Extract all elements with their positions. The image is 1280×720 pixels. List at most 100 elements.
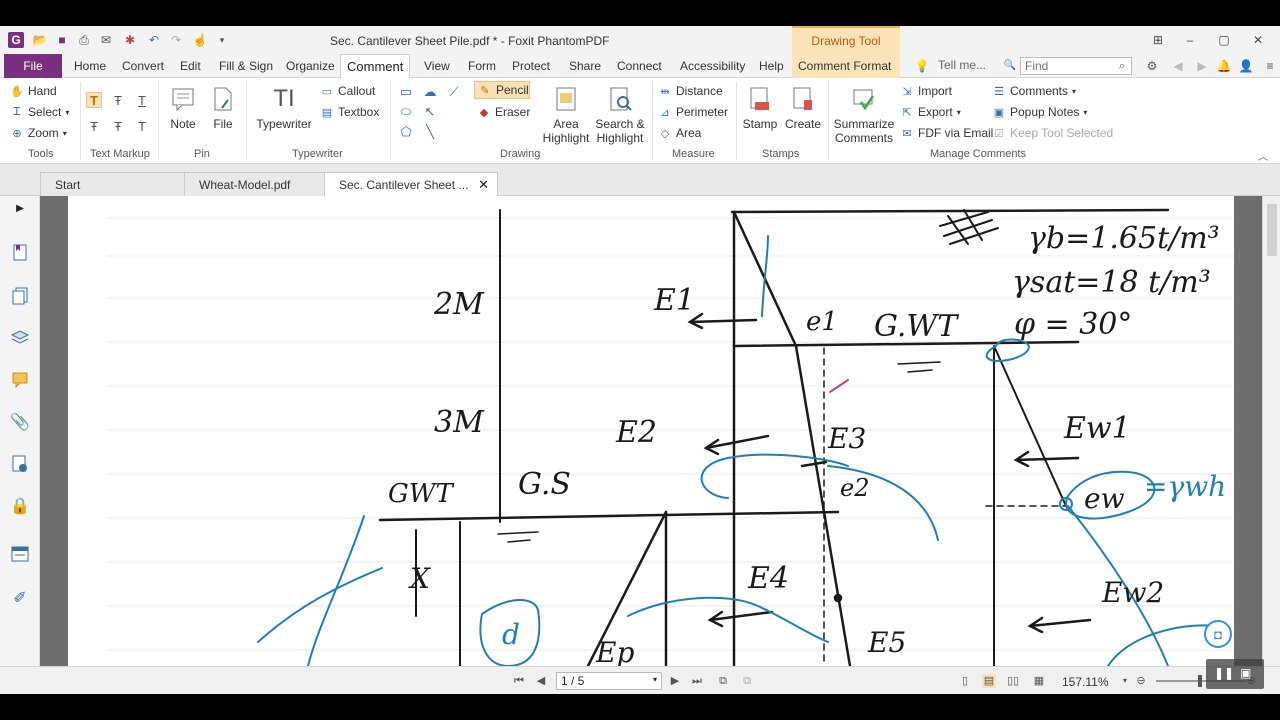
tab-file[interactable]: File xyxy=(4,54,62,78)
facing-page-icon[interactable]: ▯▯ xyxy=(1006,674,1020,688)
insert-text-icon[interactable]: T xyxy=(134,118,150,134)
print-icon[interactable]: ⎙ xyxy=(76,32,92,48)
zoom-level[interactable]: 157.11% xyxy=(1062,675,1108,689)
keep-tool-selected-checkbox[interactable]: ☑ Keep Tool Selected xyxy=(992,124,1113,142)
oval-icon[interactable]: ⬭ xyxy=(398,104,414,120)
summarize-comments-button[interactable]: Summarize Comments xyxy=(834,84,894,145)
layers-icon[interactable] xyxy=(10,328,30,348)
new-icon[interactable]: ✱ xyxy=(122,32,138,48)
polygon-icon[interactable]: ⬠ xyxy=(398,124,414,140)
search-icon[interactable]: ⌕ xyxy=(1114,58,1130,74)
export-button[interactable]: ⇱ Export ▾ xyxy=(900,103,960,121)
scroll-thumb[interactable] xyxy=(1267,204,1277,256)
zoom-button[interactable]: ⊕ Zoom ▾ xyxy=(10,124,66,142)
continuous-page-icon[interactable]: ▤ xyxy=(982,674,996,688)
redo-icon[interactable]: ↷ xyxy=(168,32,184,48)
tab-accessibility[interactable]: Accessibility xyxy=(674,54,751,78)
minimize-icon[interactable]: – xyxy=(1182,32,1198,48)
pencil-button[interactable]: ✎ Pencil xyxy=(474,81,530,99)
pdf-page[interactable]: 2M 3M GWT G.S E1 e1 G.WT E2 E3 e2 E4 E5 … xyxy=(68,196,1234,666)
vertical-scrollbar[interactable] xyxy=(1262,196,1280,666)
close-window-icon[interactable]: ✕ xyxy=(1250,32,1266,48)
document-viewport[interactable]: 2M 3M GWT G.S E1 e1 G.WT E2 E3 e2 E4 E5 … xyxy=(40,196,1262,666)
search-highlight-button[interactable]: Search & Highlight xyxy=(594,84,646,145)
import-button[interactable]: ⇲ Import xyxy=(900,82,952,100)
next-page-icon[interactable]: ▶ xyxy=(668,674,682,688)
chevron-down-icon[interactable]: ▾ xyxy=(1118,674,1132,688)
textbox-button[interactable]: ▤ Textbox xyxy=(320,103,380,121)
single-page-icon[interactable]: ▯ xyxy=(958,674,972,688)
tab-protect[interactable]: Protect xyxy=(506,54,556,78)
page-number-field[interactable]: 1 / 5 ▾ xyxy=(556,672,662,690)
prev-page-icon[interactable]: ◀ xyxy=(534,674,548,688)
stamp-button[interactable]: Stamp xyxy=(742,84,778,131)
grid-icon[interactable]: ⊞ xyxy=(1150,32,1166,48)
line-icon[interactable]: ╲ xyxy=(422,124,438,140)
hand-button[interactable]: ✋ Hand xyxy=(10,82,57,100)
hand-tool-icon[interactable]: ☝ xyxy=(192,32,208,48)
comments-button[interactable]: ☰ Comments ▾ xyxy=(992,82,1076,100)
tab-fill-sign[interactable]: Fill & Sign xyxy=(213,54,279,78)
tab-form[interactable]: Form xyxy=(462,54,502,78)
open-icon[interactable]: 📂 xyxy=(32,32,48,48)
tab-organize[interactable]: Organize xyxy=(280,54,341,78)
fdf-email-button[interactable]: ✉ FDF via Email xyxy=(900,124,993,142)
polyline-icon[interactable]: ⟋ xyxy=(446,84,462,100)
bookmarks-icon[interactable] xyxy=(10,242,30,262)
screen-icon[interactable]: ▣ xyxy=(1240,666,1251,680)
search-options-icon[interactable]: 🔍 xyxy=(1002,58,1018,74)
customize-chevron-icon[interactable]: ▾ xyxy=(214,32,230,48)
area-button[interactable]: ◇ Area xyxy=(658,124,702,142)
continuous-facing-icon[interactable]: ▦ xyxy=(1032,674,1046,688)
lock-icon[interactable]: 🔒 xyxy=(10,496,30,516)
content-icon[interactable] xyxy=(10,544,30,564)
area-highlight-button[interactable]: Area Highlight xyxy=(543,84,589,145)
replace-text-icon[interactable]: Ŧ xyxy=(110,118,126,134)
note-button[interactable]: Note xyxy=(166,84,200,131)
tab-home[interactable]: Home xyxy=(68,54,112,78)
doc-tab-wheat-model[interactable]: Wheat-Model.pdf xyxy=(184,172,326,196)
email-icon[interactable]: ✉ xyxy=(98,32,114,48)
popup-notes-button[interactable]: ▣ Popup Notes ▾ xyxy=(992,103,1088,121)
tab-edit[interactable]: Edit xyxy=(174,54,207,78)
arrow-icon[interactable]: ↖ xyxy=(422,104,438,120)
edit-tools-icon[interactable]: ✐ xyxy=(10,588,30,608)
zoom-out-icon[interactable]: ⊖ xyxy=(1134,674,1148,688)
select-button[interactable]: Ꮖ Select ▾ xyxy=(10,103,69,121)
tab-connect[interactable]: Connect xyxy=(611,54,668,78)
tab-view[interactable]: View xyxy=(418,54,456,78)
perimeter-button[interactable]: ⊿ Perimeter xyxy=(658,103,728,121)
signature-icon[interactable] xyxy=(10,454,30,474)
previous-view-icon[interactable]: ⧉ xyxy=(716,674,730,688)
distance-button[interactable]: ⇹ Distance xyxy=(658,82,722,100)
comments-panel-icon[interactable] xyxy=(10,370,30,390)
tab-help[interactable]: Help xyxy=(753,54,790,78)
cloud-icon[interactable]: ☁ xyxy=(422,84,438,100)
maximize-icon[interactable]: ▢ xyxy=(1216,32,1232,48)
first-page-icon[interactable]: ⏮ xyxy=(512,674,526,688)
highlight-text-icon[interactable]: T xyxy=(86,92,102,108)
close-tab-icon[interactable]: ✕ xyxy=(478,173,489,197)
undo-icon[interactable]: ↶ xyxy=(146,32,162,48)
last-page-icon[interactable]: ⏭ xyxy=(690,674,704,688)
file-attach-button[interactable]: File xyxy=(206,84,240,131)
pause-icon[interactable]: ❚❚ xyxy=(1214,666,1234,680)
prev-result-icon[interactable]: ◀ xyxy=(1170,58,1186,74)
doc-tab-cantilever[interactable]: Sec. Cantilever Sheet ... ✕ xyxy=(324,172,498,196)
tab-convert[interactable]: Convert xyxy=(116,54,170,78)
doc-tab-start[interactable]: Start xyxy=(40,172,186,196)
video-overlay-controls[interactable]: ❚❚ ▣ xyxy=(1206,659,1264,689)
squiggly-icon[interactable]: Ŧ xyxy=(86,118,102,134)
strikeout-icon[interactable]: Ŧ xyxy=(110,92,126,108)
eraser-button[interactable]: ◆ Eraser xyxy=(477,103,531,121)
zoom-slider-handle[interactable] xyxy=(1198,675,1202,687)
menu-icon[interactable]: ≡ xyxy=(1262,58,1278,74)
underline-icon[interactable]: T xyxy=(134,92,150,108)
tab-share[interactable]: Share xyxy=(563,54,607,78)
tell-me-box[interactable]: Tell me... xyxy=(938,58,986,72)
expand-panel-icon[interactable]: ▶ xyxy=(10,198,30,218)
create-stamp-button[interactable]: Create xyxy=(784,84,822,131)
context-tab-drawing-tool[interactable]: Drawing Tool xyxy=(792,26,900,54)
bell-icon[interactable]: 🔔 xyxy=(1216,58,1232,74)
next-result-icon[interactable]: ▶ xyxy=(1194,58,1210,74)
